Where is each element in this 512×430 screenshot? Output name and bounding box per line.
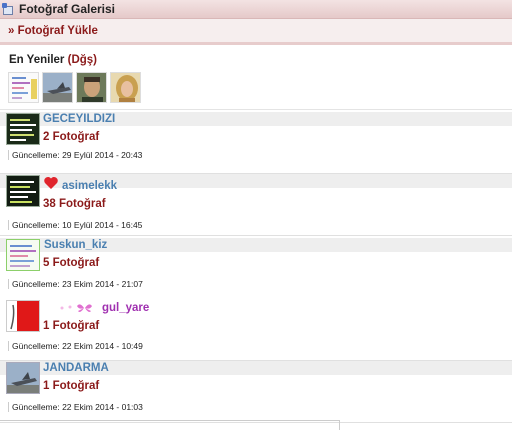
user-name-link[interactable]: Suskun_kiz [44, 239, 107, 251]
photo-count[interactable]: 5 Fotoğraf [43, 257, 99, 269]
thumb-portrait-woman[interactable] [110, 72, 141, 103]
user-entry: Suskun_kiz 5 Fotoğraf Güncelleme: 23 Eki… [0, 238, 512, 300]
user-name-link[interactable]: JANDARMA [43, 362, 109, 374]
photo-count[interactable]: 1 Fotoğraf [43, 380, 99, 392]
photo-count[interactable]: 2 Fotoğraf [43, 131, 99, 143]
user-avatar[interactable] [6, 300, 40, 332]
user-avatar[interactable] [6, 362, 40, 394]
thumb-text-collage[interactable] [8, 72, 39, 103]
footer-strip [0, 420, 340, 430]
latest-heading: En Yeniler (Dğş) [9, 54, 97, 66]
latest-section: En Yeniler (Dğş) [0, 48, 512, 110]
latest-heading-link[interactable]: (Dğş) [68, 54, 97, 66]
user-entry: asimelekk 38 Fotoğraf Güncelleme: 10 Eyl… [0, 174, 512, 236]
user-avatar[interactable] [6, 175, 40, 207]
heart-icon [43, 176, 59, 193]
user-entry: GECEYILDIZI 2 Fotoğraf Güncelleme: 29 Ey… [0, 112, 512, 174]
butterfly-icon [58, 301, 98, 318]
updated-timestamp: Güncelleme: 29 Eylül 2014 - 20:43 [8, 150, 142, 160]
gallery-icon [2, 2, 16, 16]
user-name-link[interactable]: GECEYILDIZI [43, 113, 115, 125]
updated-timestamp: Güncelleme: 22 Ekim 2014 - 01:03 [8, 402, 143, 412]
latest-thumbnails [8, 72, 141, 103]
upload-bar: » Fotoğraf Yükle [0, 19, 512, 45]
photo-count[interactable]: 38 Fotoğraf [43, 198, 106, 210]
updated-timestamp: Güncelleme: 23 Ekim 2014 - 21:07 [8, 279, 143, 289]
user-entry: JANDARMA 1 Fotoğraf Güncelleme: 22 Ekim … [0, 361, 512, 423]
upload-photo-link[interactable]: » Fotoğraf Yükle [8, 25, 98, 37]
updated-timestamp: Güncelleme: 22 Ekim 2014 - 10:49 [8, 341, 143, 351]
updated-timestamp: Güncelleme: 10 Eylül 2014 - 16:45 [8, 220, 142, 230]
user-avatar[interactable] [6, 239, 40, 271]
user-entry: gul_yare 1 Fotoğraf Güncelleme: 22 Ekim … [0, 299, 512, 361]
thumb-jet[interactable] [42, 72, 73, 103]
user-avatar[interactable] [6, 113, 40, 145]
user-name-link[interactable]: gul_yare [102, 302, 149, 314]
thumb-portrait-man[interactable] [76, 72, 107, 103]
user-name-link[interactable]: asimelekk [62, 180, 117, 192]
window-title-bar: Fotoğraf Galerisi [0, 0, 512, 19]
window-title: Fotoğraf Galerisi [19, 2, 116, 16]
photo-count[interactable]: 1 Fotoğraf [43, 320, 99, 332]
